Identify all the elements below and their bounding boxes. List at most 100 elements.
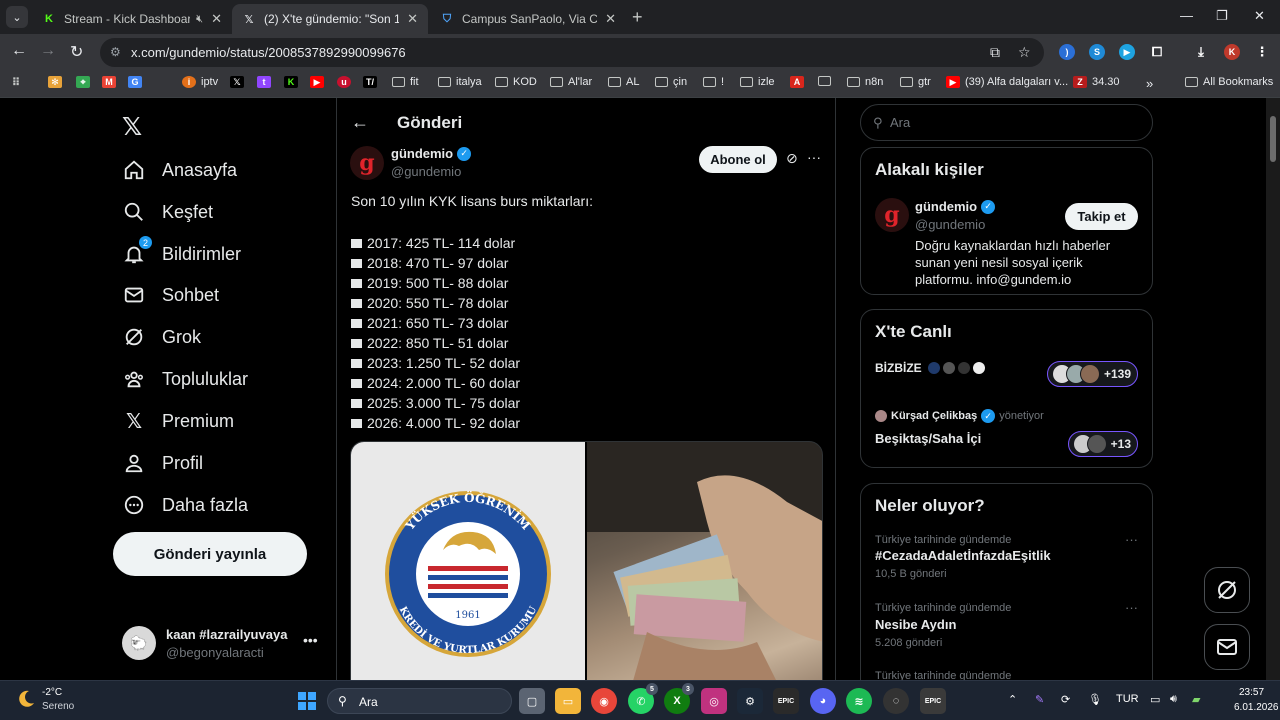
extension-play-icon[interactable]: ▶ bbox=[1119, 44, 1135, 60]
task-view-icon[interactable]: ▢ bbox=[519, 688, 545, 714]
install-app-icon[interactable]: ⧉ bbox=[990, 44, 1000, 61]
bookmark-tt[interactable]: T/ bbox=[363, 76, 382, 88]
author-avatar[interactable]: g bbox=[350, 146, 384, 180]
nav-home[interactable]: Anasayfa bbox=[122, 155, 237, 185]
reload-button[interactable]: ↻ bbox=[70, 42, 83, 62]
subscribe-button[interactable]: Abone ol bbox=[699, 146, 777, 173]
bookmark-x[interactable]: 𝕏 bbox=[230, 76, 249, 88]
back-arrow-icon[interactable]: ← bbox=[351, 112, 369, 133]
clock-date[interactable]: 6.01.2026 bbox=[1234, 702, 1279, 713]
bookmark-twitch[interactable]: t bbox=[257, 76, 276, 88]
bookmark-folder-n8n[interactable]: n8n bbox=[847, 76, 883, 88]
money-photo[interactable] bbox=[587, 442, 822, 680]
weather-desc[interactable]: Sereno bbox=[42, 701, 74, 712]
tab-campus[interactable]: ⛉ Campus SanPaolo, Via Caraglio ✕ bbox=[430, 4, 626, 34]
close-tab-icon[interactable]: ✕ bbox=[605, 11, 616, 27]
site-info-icon[interactable]: ⚙ bbox=[110, 45, 121, 59]
tab-search-button[interactable]: ⌄ bbox=[6, 6, 28, 28]
bookmark-folder-gtr[interactable]: gtr bbox=[900, 76, 931, 88]
steam-icon[interactable]: ⚙ bbox=[737, 688, 763, 714]
account-switcher[interactable]: 🐑 kaan #lazrailyuvaya @begonyalaracti ••… bbox=[122, 626, 322, 660]
browser-menu-icon[interactable]: ⋮ bbox=[1254, 44, 1270, 60]
more-icon[interactable]: ··· bbox=[807, 149, 821, 165]
bookmark-folder-cin[interactable]: çin bbox=[655, 76, 687, 88]
more-icon[interactable]: ••• bbox=[303, 632, 318, 648]
back-button[interactable]: ← bbox=[11, 42, 27, 60]
bookmark-gmail[interactable]: M bbox=[102, 76, 121, 88]
author-name[interactable]: gündemio ✓ bbox=[915, 199, 996, 214]
pen-icon[interactable]: ✎ bbox=[1035, 693, 1044, 706]
author-handle[interactable]: @gundemio bbox=[915, 217, 985, 232]
epic-games-icon[interactable]: EPIC bbox=[773, 688, 799, 714]
bookmark-iptv[interactable]: i iptv bbox=[182, 76, 218, 88]
page-scrollbar[interactable] bbox=[1266, 98, 1280, 680]
close-tab-icon[interactable]: ✕ bbox=[407, 11, 418, 27]
chrome-icon[interactable]: ◉ bbox=[591, 688, 617, 714]
minimize-button[interactable]: — bbox=[1180, 8, 1193, 23]
apps-icon[interactable]: ⠿ bbox=[9, 76, 28, 89]
muted-icon[interactable]: 🔇︎ bbox=[196, 13, 203, 26]
language-indicator[interactable]: TUR bbox=[1116, 693, 1139, 705]
bookmark-maps[interactable]: ⌖ bbox=[76, 76, 95, 88]
grok-icon[interactable]: ⊘ bbox=[786, 150, 798, 167]
space-listeners-pill[interactable]: +139 bbox=[1046, 361, 1138, 387]
search-input[interactable]: ⚲ Ara bbox=[860, 104, 1153, 141]
bookmark-youtube[interactable]: ▶ bbox=[310, 76, 329, 88]
trend-item[interactable]: #CezadaAdaletİnfazdaEşitlik bbox=[875, 548, 1051, 563]
nav-communities[interactable]: Topluluklar bbox=[122, 364, 248, 394]
clock-time[interactable]: 23:57 bbox=[1239, 687, 1264, 698]
bookmark-alfa[interactable]: ▶ (39) Alfa dalgaları v... bbox=[946, 76, 1068, 88]
address-bar[interactable]: ⚙ x.com/gundemio/status/2008537892990099… bbox=[100, 38, 1044, 67]
author-name[interactable]: gündemio ✓ bbox=[391, 146, 472, 161]
bookmark-folder-al[interactable]: AL bbox=[608, 76, 639, 88]
battery-icon[interactable]: ▰ bbox=[1192, 693, 1200, 706]
profile-avatar[interactable]: K bbox=[1224, 44, 1240, 60]
bookmark-star-icon[interactable]: ☆ bbox=[1018, 44, 1031, 61]
post-button[interactable]: Gönderi yayınla bbox=[113, 532, 307, 576]
whatsapp-icon[interactable]: ✆ 5 bbox=[628, 683, 658, 714]
bookmark-folder-exclaim[interactable]: ! bbox=[703, 76, 724, 88]
messages-fab[interactable] bbox=[1204, 624, 1250, 670]
nav-profile[interactable]: Profil bbox=[122, 448, 203, 478]
network-icon[interactable]: ▭ bbox=[1150, 693, 1160, 706]
podcast-icon[interactable]: ◎ bbox=[701, 688, 727, 714]
new-tab-button[interactable]: + bbox=[632, 7, 643, 28]
bookmark-folder-allar[interactable]: Al'lar bbox=[550, 76, 592, 88]
taskbar-search[interactable]: ⚲ Ara bbox=[327, 688, 512, 714]
more-icon[interactable]: ··· bbox=[1125, 532, 1138, 547]
microphone-icon[interactable]: 🎙︎ bbox=[1088, 693, 1102, 706]
forward-button[interactable]: → bbox=[40, 42, 56, 60]
x-logo-icon[interactable]: 𝕏 bbox=[122, 112, 142, 142]
grok-fab[interactable] bbox=[1204, 567, 1250, 613]
extensions-icon[interactable]: ⧠ bbox=[1149, 44, 1165, 60]
author-handle[interactable]: @gundemio bbox=[391, 164, 461, 179]
bookmark-3430[interactable]: Z 34.30 bbox=[1073, 76, 1120, 88]
tray-overflow-icon[interactable]: ⌃ bbox=[1008, 693, 1017, 706]
kyk-logo-image[interactable]: YÜKSEK ÖĞRENİM KREDİ VE YURTLAR KURUMU 1… bbox=[351, 442, 585, 680]
start-button[interactable] bbox=[294, 688, 320, 714]
moon-icon[interactable] bbox=[15, 688, 37, 710]
extension-sync-icon[interactable]: S bbox=[1089, 44, 1105, 60]
all-bookmarks[interactable]: All Bookmarks bbox=[1185, 76, 1273, 88]
bookmark-u[interactable]: u bbox=[337, 76, 356, 88]
download-icon[interactable]: ⤓ bbox=[1193, 44, 1209, 60]
extension-audio-icon[interactable]: ) bbox=[1059, 44, 1075, 60]
space-listeners-pill[interactable]: +13 bbox=[1067, 431, 1138, 457]
follow-button[interactable]: Takip et bbox=[1065, 203, 1138, 230]
maximize-button[interactable]: ❐ bbox=[1216, 8, 1228, 24]
nav-messages[interactable]: Sohbet bbox=[122, 280, 219, 310]
space-title[interactable]: Beşiktaş/Saha İçi bbox=[875, 431, 981, 446]
tab-kick[interactable]: K Stream - Kick Dashboard 🔇︎ ✕ bbox=[32, 4, 232, 34]
bookmark-folder-kod[interactable]: KOD bbox=[495, 76, 537, 88]
nav-more[interactable]: Daha fazla bbox=[122, 490, 248, 520]
volume-icon[interactable]: 🔊︎ bbox=[1170, 693, 1177, 706]
bookmark-kick[interactable]: K bbox=[284, 76, 303, 88]
file-explorer-icon[interactable]: ▭ bbox=[555, 688, 581, 714]
tab-x-post[interactable]: 𝕏 (2) X'te gündemio: "Son 10 yılın ✕ bbox=[232, 4, 428, 34]
space-host[interactable]: Kürşad Çelikbaş ✓ yönetiyor bbox=[875, 409, 1044, 423]
sync-icon[interactable]: ⟳ bbox=[1061, 693, 1070, 706]
spotify-icon[interactable]: ≋ bbox=[846, 688, 872, 714]
bookmark-folder-fit[interactable]: fit bbox=[392, 76, 419, 88]
nav-explore[interactable]: Keşfet bbox=[122, 197, 213, 227]
bookmark-folder-izle[interactable]: izle bbox=[740, 76, 775, 88]
